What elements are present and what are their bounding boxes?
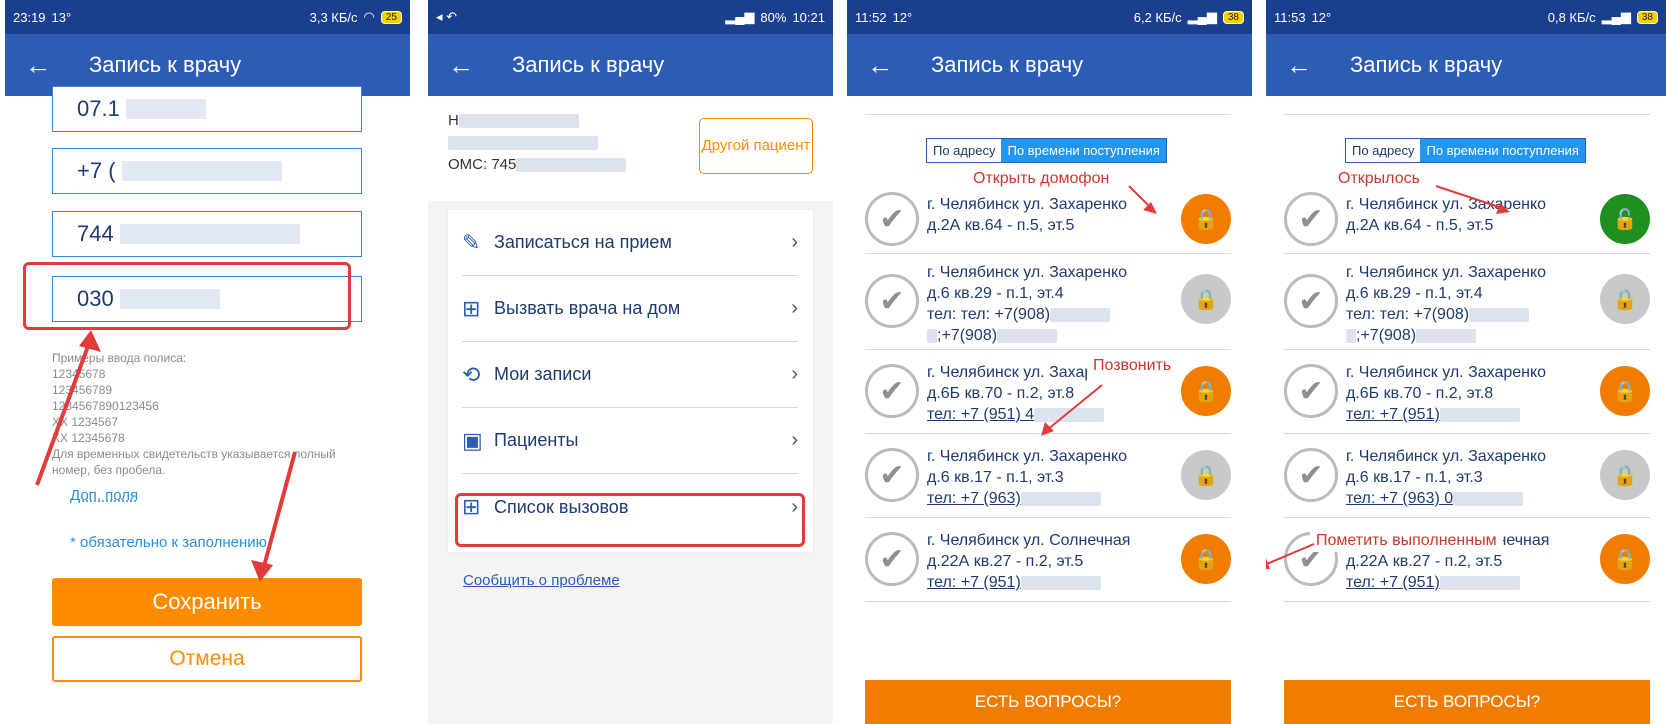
status-bar: ◂ ↶ ▂▄▆ 80% 10:21 xyxy=(428,0,833,34)
navigation-icon: ◂ ↶ xyxy=(436,9,458,24)
phone-screen-main-menu: ◂ ↶ ▂▄▆ 80% 10:21 ← Запись к врачу Н ОМС… xyxy=(428,0,833,724)
blurred-text xyxy=(458,114,579,129)
status-battery: 80% xyxy=(760,9,787,25)
status-time: 10:21 xyxy=(792,9,825,25)
menu-item-call-doctor[interactable]: ⊞ Вызвать врача на дом › xyxy=(462,276,798,342)
phone-screen-call-list: 11:52 12° 6,2 КБ/с ▂▄▆ 38 ← Запись к вра… xyxy=(847,0,1252,724)
blurred-text xyxy=(448,136,598,151)
menu-label: Мои записи xyxy=(494,364,592,384)
arrow-icon xyxy=(1046,384,1103,431)
menu-label: Пациенты xyxy=(494,430,579,450)
arrow-head-icon xyxy=(1143,202,1157,214)
arrow-down-icon xyxy=(261,451,297,571)
chevron-right-icon: › xyxy=(791,429,798,451)
arrow-head-icon xyxy=(79,330,101,352)
annotation-arrows xyxy=(35,330,297,582)
arrow-head-icon xyxy=(1496,203,1510,214)
arrow-icon xyxy=(1128,185,1152,209)
arrow-head-icon xyxy=(1041,422,1054,436)
medkit-icon: ⊞ xyxy=(462,295,481,321)
arrow-up-icon xyxy=(35,337,93,486)
person-card-icon: ▣ xyxy=(462,427,483,453)
oms-number: ОМС: 745 xyxy=(448,156,517,173)
annotation-arrows xyxy=(1266,185,1510,570)
menu-label: Вызвать врача на дом xyxy=(494,298,681,318)
menu-item-patients[interactable]: ▣ Пациенты › xyxy=(462,408,798,474)
page-title: Запись к врачу xyxy=(512,52,665,77)
signal-icon: ▂▄▆ xyxy=(725,9,755,24)
highlight-frame xyxy=(455,493,805,547)
blurred-text xyxy=(516,158,627,173)
patient-info: Н ОМС: 745 xyxy=(448,110,627,176)
report-problem-link[interactable]: Сообщить о проблеме xyxy=(463,572,620,589)
phone-screen-policy-form: 23:19 13° 3,3 КБ/с ◠ 25 ← Запись к врачу… xyxy=(5,0,410,724)
arrow-icon xyxy=(1435,185,1503,209)
history-icon: ⟲ xyxy=(462,361,481,387)
questions-button[interactable]: ЕСТЬ ВОПРОСЫ? xyxy=(865,680,1231,724)
menu-label: Записаться на прием xyxy=(494,232,672,252)
questions-button[interactable]: ЕСТЬ ВОПРОСЫ? xyxy=(1284,680,1650,724)
chevron-right-icon: › xyxy=(791,231,798,253)
menu-item-my-records[interactable]: ⟲ Мои записи › xyxy=(462,342,798,408)
menu-item-book-appointment[interactable]: ✎ Записаться на прием › xyxy=(462,210,798,276)
patient-name: Н xyxy=(448,112,459,129)
phone-screen-call-list-opened: 11:53 12° 0,8 КБ/с ▂▄▆ 38 ← Запись к вра… xyxy=(1266,0,1666,724)
annotation-arrows xyxy=(1041,185,1157,436)
chevron-right-icon: › xyxy=(791,363,798,385)
app-bar: ← Запись к врачу xyxy=(428,34,833,96)
other-patient-button[interactable]: Другой пациент xyxy=(699,118,813,174)
arrow-icon xyxy=(1266,543,1315,566)
arrow-head-icon xyxy=(251,560,273,582)
chevron-right-icon: › xyxy=(791,297,798,319)
pencil-icon: ✎ xyxy=(462,229,481,255)
back-arrow-icon[interactable]: ← xyxy=(448,52,474,78)
arrow-head-icon xyxy=(1266,558,1270,570)
